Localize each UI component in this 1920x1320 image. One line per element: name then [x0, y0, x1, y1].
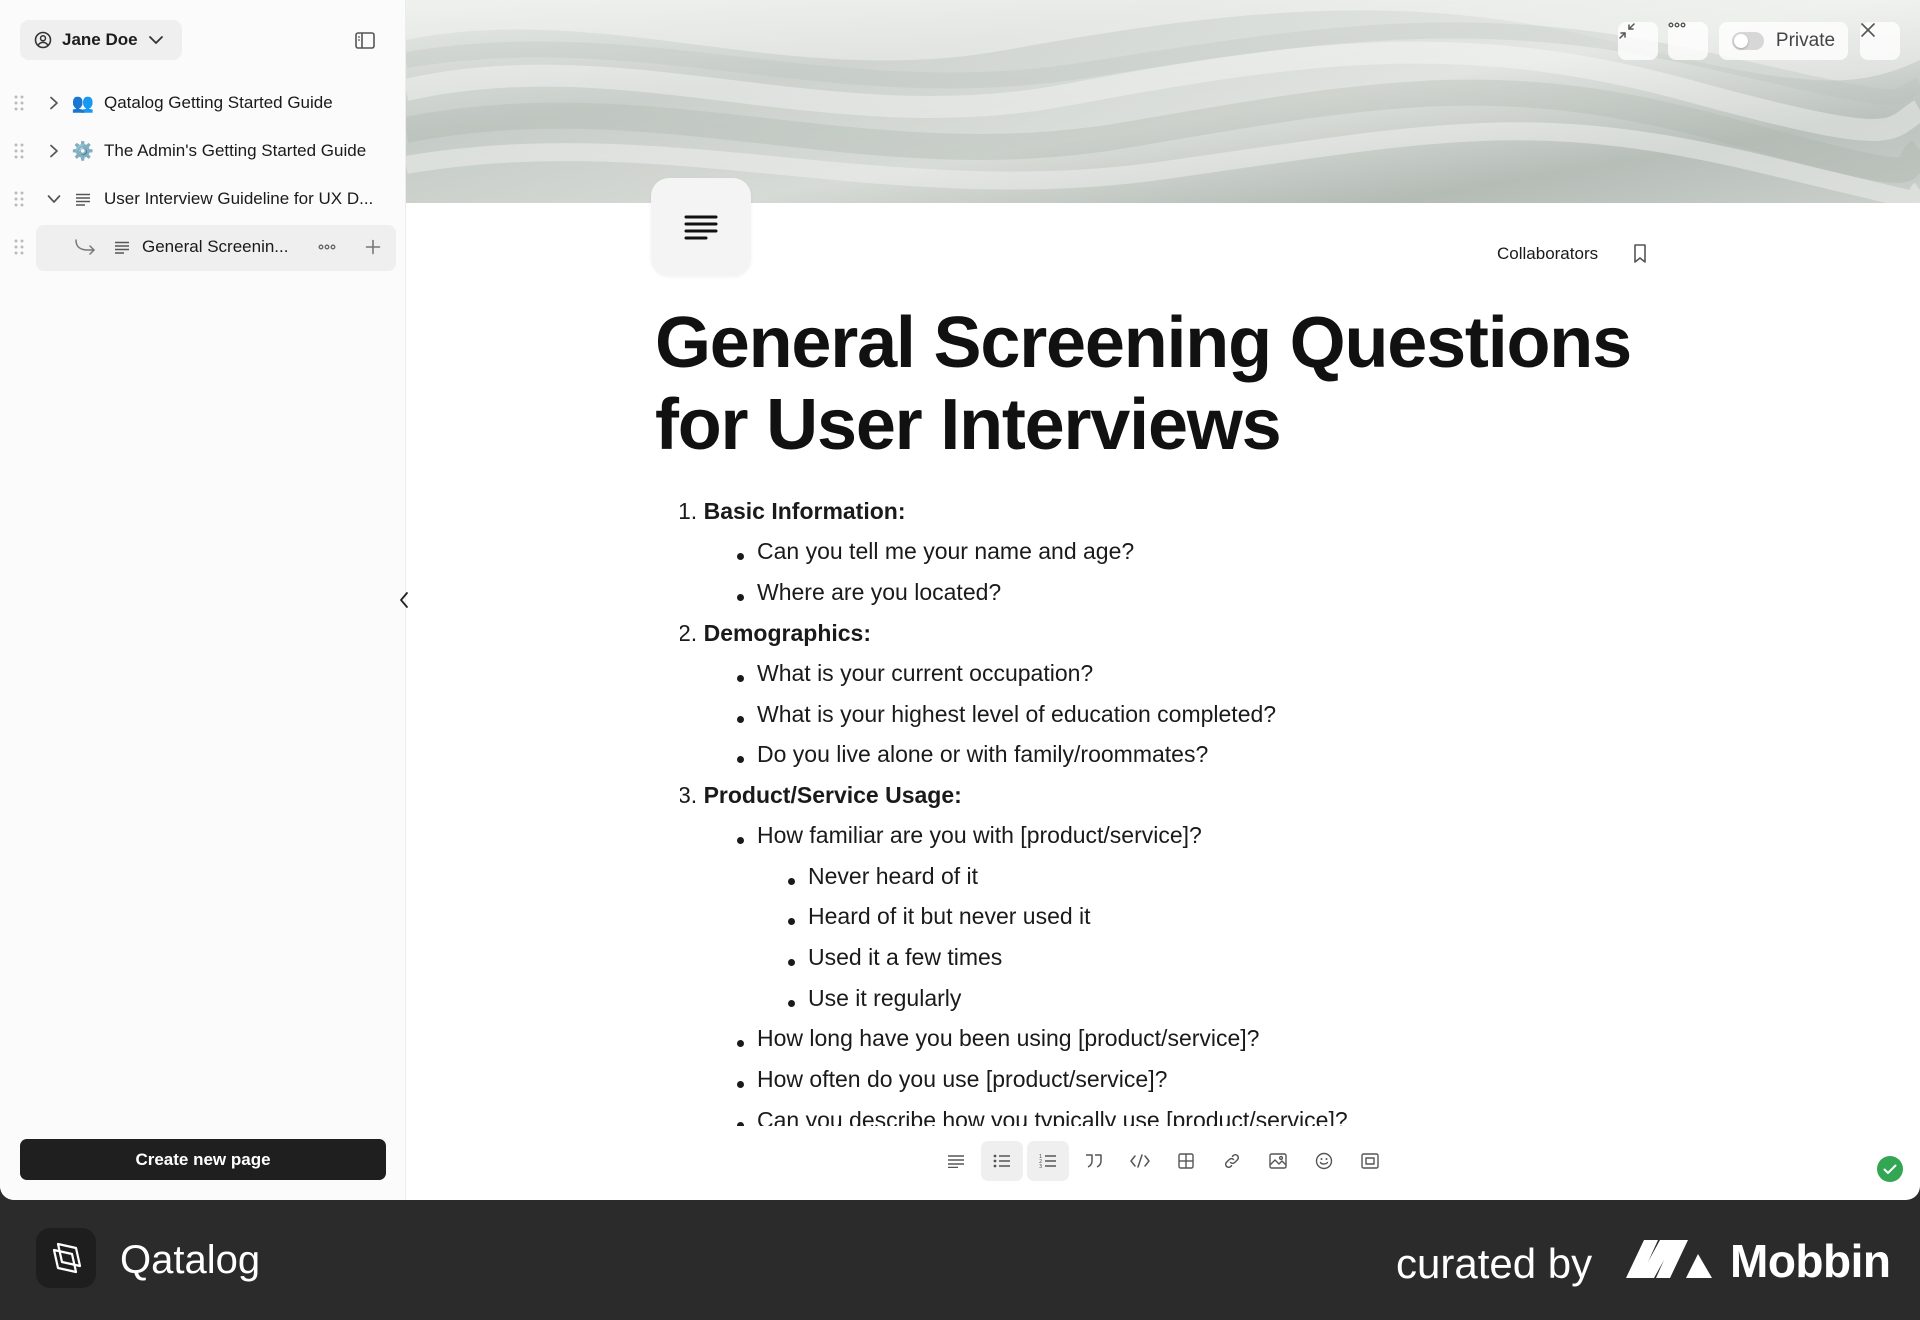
section-number: 2. — [680, 620, 698, 646]
bullet-icon — [737, 1040, 744, 1047]
sidebar-item-label: General Screenin... — [142, 237, 289, 256]
section-number: 1. — [680, 498, 698, 524]
privacy-toggle[interactable]: Private — [1719, 22, 1848, 60]
list-item: Can you tell me your name and age? — [757, 538, 1135, 564]
quote-icon[interactable] — [1073, 1141, 1115, 1181]
list-item: Never heard of it — [808, 863, 979, 889]
page-tree: 👥 Qatalog Getting Started Guide ⚙️ The A… — [0, 79, 406, 271]
page-title[interactable]: General Screening Questions for User Int… — [655, 302, 1715, 466]
sidebar-item-label: Qatalog Getting Started Guide — [104, 93, 333, 112]
section-title: Product/Service Usage: — [703, 782, 962, 808]
list-item: How long have you been using [product/se… — [757, 1025, 1260, 1051]
section-heading: 2. Demographics: — [680, 620, 871, 647]
drag-handle-icon[interactable] — [12, 238, 26, 256]
sidebar-item-label: The Admin's Getting Started Guide — [104, 141, 367, 160]
saved-status-check-icon — [1877, 1156, 1903, 1182]
numbered-list-icon[interactable]: 123 — [1027, 1141, 1069, 1181]
section-heading: 1. Basic Information: — [680, 498, 906, 525]
section-heading: 3. Product/Service Usage: — [680, 782, 962, 809]
chevron-left-icon[interactable] — [396, 588, 412, 612]
collaborators-button[interactable]: Collaborators — [1497, 244, 1598, 264]
text-lines-icon — [684, 215, 718, 240]
subpage-arrow-icon — [74, 238, 96, 256]
format-toolbar: 123 — [935, 1140, 1391, 1182]
people-emoji-icon: 👥 — [71, 92, 95, 113]
document-body[interactable]: 1. Basic Information: Can you tell me yo… — [680, 498, 1620, 1126]
close-icon[interactable] — [1860, 22, 1900, 60]
table-icon[interactable] — [1165, 1141, 1207, 1181]
embed-icon[interactable] — [1349, 1141, 1391, 1181]
bookmark-icon[interactable] — [1631, 243, 1649, 265]
list-item: Do you live alone or with family/roommat… — [757, 741, 1209, 767]
section-title: Basic Information: — [703, 498, 906, 524]
list-item: What is your highest level of education … — [757, 701, 1277, 727]
bullet-icon — [737, 716, 744, 723]
bullet-icon — [737, 1122, 744, 1126]
bullet-icon — [788, 1000, 795, 1007]
collapse-view-icon[interactable] — [1618, 22, 1658, 60]
chevron-down-icon[interactable] — [45, 190, 63, 208]
bullet-icon — [737, 594, 744, 601]
list-item: What is your current occupation? — [757, 660, 1094, 686]
qatalog-logo-icon — [36, 1228, 96, 1288]
sidebar-item-qatalog-guide[interactable]: 👥 Qatalog Getting Started Guide — [0, 79, 406, 127]
page-icon[interactable] — [651, 178, 751, 276]
sidebar-item-admin-guide[interactable]: ⚙️ The Admin's Getting Started Guide — [0, 127, 406, 175]
list-item: Use it regularly — [808, 985, 962, 1011]
bullet-icon — [788, 959, 795, 966]
bullet-icon — [737, 756, 744, 763]
attribution-footer: Qatalog curated by Mobbin — [0, 1200, 1920, 1320]
list-item: Heard of it but never used it — [808, 903, 1091, 929]
text-lines-icon — [72, 188, 94, 210]
sidebar: Jane Doe 👥 Qatalog Getting Started Guide… — [0, 0, 406, 1200]
svg-text:3: 3 — [1039, 1164, 1042, 1169]
bullet-icon — [737, 1081, 744, 1088]
drag-handle-icon[interactable] — [12, 142, 26, 160]
section-title: Demographics: — [703, 620, 872, 646]
sidebar-item-label: User Interview Guideline for UX D... — [104, 189, 374, 208]
list-item: How familiar are you with [product/servi… — [757, 822, 1202, 848]
more-options-icon[interactable] — [1668, 22, 1708, 60]
sidebar-item-interview-guideline[interactable]: User Interview Guideline for UX D... — [0, 175, 406, 223]
mobbin-wordmark: Mobbin — [1730, 1235, 1891, 1287]
chevron-right-icon[interactable] — [45, 94, 63, 112]
sidebar-panel-icon[interactable] — [352, 28, 378, 52]
list-item: Where are you located? — [757, 579, 1002, 605]
text-lines-icon — [111, 236, 133, 258]
list-item: Used it a few times — [808, 944, 1003, 970]
code-icon[interactable] — [1119, 1141, 1161, 1181]
add-subpage-icon[interactable] — [362, 236, 384, 258]
bullet-icon — [737, 675, 744, 682]
chevron-right-icon[interactable] — [45, 142, 63, 160]
image-icon[interactable] — [1257, 1141, 1299, 1181]
create-new-page-button[interactable]: Create new page — [20, 1139, 386, 1180]
curated-by-label: curated by — [1396, 1240, 1593, 1287]
bullet-icon — [788, 878, 795, 885]
chevron-down-icon — [148, 35, 164, 45]
drag-handle-icon[interactable] — [12, 190, 26, 208]
bullet-list-icon[interactable] — [981, 1141, 1023, 1181]
workspace-user-switcher[interactable]: Jane Doe — [20, 20, 182, 60]
cover-image: Private — [406, 0, 1920, 203]
list-item: How often do you use [product/service]? — [757, 1066, 1168, 1092]
user-circle-icon — [34, 31, 52, 49]
section-number: 3. — [680, 782, 698, 808]
more-options-icon[interactable] — [316, 237, 338, 257]
privacy-label: Private — [1775, 30, 1836, 51]
mobbin-logo-icon — [1626, 1240, 1712, 1278]
gear-emoji-icon: ⚙️ — [71, 140, 95, 161]
paragraph-icon[interactable] — [935, 1141, 977, 1181]
app-window: Jane Doe 👥 Qatalog Getting Started Guide… — [0, 0, 1920, 1200]
bullet-icon — [737, 553, 744, 560]
bullet-icon — [788, 918, 795, 925]
drag-handle-icon[interactable] — [12, 94, 26, 112]
emoji-icon[interactable] — [1303, 1141, 1345, 1181]
toggle-switch[interactable] — [1731, 32, 1764, 50]
user-name: Jane Doe — [62, 30, 138, 49]
link-icon[interactable] — [1211, 1141, 1253, 1181]
bullet-icon — [737, 837, 744, 844]
brand-name: Qatalog — [120, 1238, 261, 1282]
list-item: Can you describe how you typically use [… — [757, 1107, 1348, 1126]
sidebar-item-screening-questions[interactable]: General Screenin... — [0, 223, 406, 271]
